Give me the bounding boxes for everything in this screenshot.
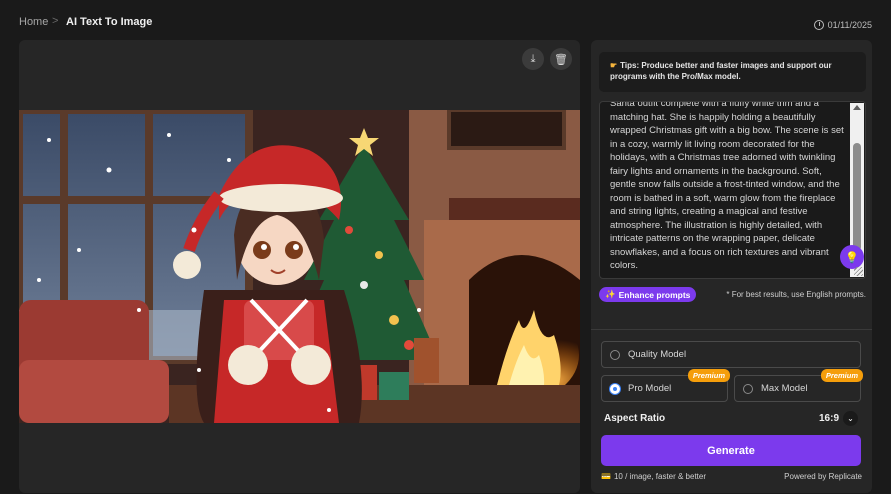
date-display: 01/11/2025 [813, 20, 872, 30]
english-hint: * For best results, use English prompts. [726, 290, 866, 299]
chevron-down-icon: ⌄ [847, 414, 854, 423]
max-model-label: Max Model [761, 383, 808, 394]
pointing-hand-icon: ☛ [610, 61, 618, 70]
delete-button[interactable]: 🗑 [550, 48, 572, 70]
max-model-option[interactable]: Max Model Premium [734, 369, 863, 402]
clock-icon [813, 20, 824, 30]
premium-badge: Premium [687, 369, 730, 382]
download-icon: ⤓ [530, 52, 536, 65]
cost-info: 💳 10 / image, faster & better [601, 472, 706, 481]
pro-model-radio[interactable] [610, 383, 620, 394]
quality-model-label: Quality Model [628, 349, 687, 360]
top-bar: Home > AI Text To Image 01/11/2025 [0, 0, 891, 40]
pro-model-option[interactable]: Pro Model Premium [601, 369, 730, 402]
trash-icon: 🗑 [554, 53, 568, 66]
powered-by: Powered by Replicate [784, 472, 862, 481]
breadcrumb-home[interactable]: Home [19, 16, 48, 28]
breadcrumb-current: AI Text To Image [66, 16, 153, 28]
enhance-label: Enhance prompts [618, 289, 691, 300]
tips-banner: ☛ Tips: Produce better and faster images … [599, 52, 866, 92]
download-button[interactable]: ⤓ [522, 48, 544, 70]
aspect-ratio-value[interactable]: 16:9 [819, 413, 839, 424]
prompt-text[interactable]: Santa outfit complete with a fluffy whit… [610, 102, 846, 273]
max-model-radio[interactable] [743, 383, 753, 394]
breadcrumb-separator: > [52, 15, 59, 27]
image-preview-panel: ⤓ 🗑 [19, 40, 580, 493]
scrollbar-thumb[interactable] [853, 143, 861, 251]
idea-bulb-button[interactable]: 💡 [840, 245, 864, 269]
settings-panel: ☛ Tips: Produce better and faster images … [591, 40, 872, 493]
generated-image [19, 110, 580, 423]
scroll-up-icon[interactable] [853, 105, 861, 110]
lightbulb-icon: 💡 [845, 251, 859, 264]
quality-model-radio[interactable] [610, 349, 620, 360]
enhance-prompts-button[interactable]: ✨ Enhance prompts [599, 287, 697, 302]
date-text: 01/11/2025 [827, 20, 872, 30]
premium-badge: Premium [820, 369, 863, 382]
resize-handle-icon[interactable] [854, 267, 863, 276]
quality-model-option[interactable]: Quality Model [601, 341, 861, 368]
generate-button[interactable]: Generate [601, 435, 861, 466]
tips-text: Tips: Produce better and faster images a… [610, 61, 832, 81]
aspect-ratio-label: Aspect Ratio [604, 413, 666, 424]
coins-icon: 💳 [601, 472, 611, 481]
cost-text: 10 / image, faster & better [613, 472, 707, 481]
pro-model-label: Pro Model [628, 383, 672, 394]
aspect-ratio-dropdown[interactable]: ⌄ [843, 411, 858, 426]
prompt-textarea[interactable]: Santa outfit complete with a fluffy whit… [599, 101, 866, 279]
magic-wand-icon: ✨ [605, 289, 616, 299]
divider [591, 329, 872, 330]
